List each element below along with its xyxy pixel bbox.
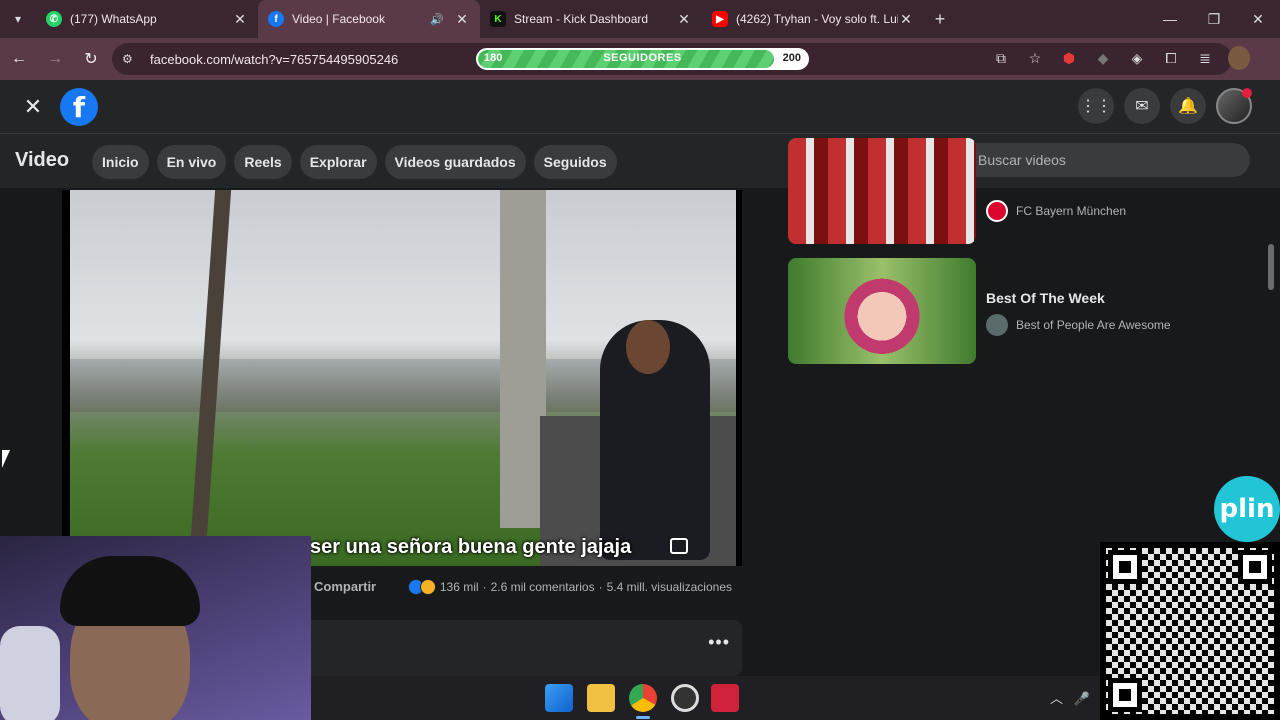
close-window-icon[interactable]: ✕ (1236, 0, 1280, 38)
tab-kick[interactable]: K Stream - Kick Dashboard ✕ (480, 0, 702, 38)
browser-extensions: ⧉ ☆ ⬢ ◆ ◈ ⧠ ≣ (990, 46, 1250, 70)
tab-videos-guardados[interactable]: Videos guardados (384, 145, 526, 179)
tab-title: Stream - Kick Dashboard (514, 12, 649, 26)
webcam-overlay (0, 536, 311, 720)
views-count: 5.4 mill. visualizaciones (606, 580, 732, 594)
close-tab-icon[interactable]: ✕ (454, 11, 470, 28)
video-thumbnail[interactable] (788, 138, 976, 244)
tab-seguidos[interactable]: Seguidos (533, 145, 617, 179)
bookmark-star-icon[interactable]: ☆ (1024, 46, 1046, 70)
video-frame (70, 190, 736, 566)
close-tab-icon[interactable]: ✕ (676, 11, 692, 28)
install-app-icon[interactable]: ⧉ (990, 46, 1012, 70)
speaker-icon[interactable]: 🔊 (430, 13, 444, 26)
back-icon[interactable]: ← (2, 42, 36, 76)
fc-bayern-logo (986, 200, 1008, 222)
restore-icon[interactable]: ❐ (1192, 0, 1236, 38)
haha-icon (419, 579, 436, 595)
close-icon[interactable]: ✕ (16, 90, 50, 124)
extension-red-icon[interactable]: ⬢ (1058, 46, 1080, 70)
extensions-puzzle-icon[interactable]: ⧠ (1160, 46, 1182, 70)
tab-whatsapp[interactable]: ✆ (177) WhatsApp ✕ (36, 0, 258, 38)
tab-title: (4262) Tryhan - Voy solo ft. Luis (736, 12, 898, 26)
video-player[interactable]: ser una señora buena gente jajaja (62, 190, 742, 566)
facebook-logo[interactable]: f (60, 88, 98, 126)
page-title: Video (15, 149, 70, 171)
suggested-page[interactable]: Best of People Are Awesome (986, 314, 1171, 336)
reload-icon[interactable]: ↻ (74, 42, 108, 76)
video-stats: 136 mil · 2.6 mil comentarios · 5.4 mill… (407, 579, 732, 595)
extension-grey-icon[interactable]: ◆ (1092, 46, 1114, 70)
close-tab-icon[interactable]: ✕ (898, 11, 914, 28)
header-actions: ⋮⋮ ✉ 🔔 (1078, 88, 1252, 124)
messenger-icon[interactable]: ✉ (1124, 88, 1160, 124)
minimize-icon[interactable]: — (1148, 0, 1192, 38)
tab-title: (177) WhatsApp (70, 12, 157, 26)
new-tab-button[interactable]: + (924, 9, 956, 30)
close-tab-icon[interactable]: ✕ (232, 11, 248, 28)
more-options-icon[interactable]: ••• (708, 632, 730, 653)
site-info-icon[interactable]: ⚙ (122, 52, 140, 66)
facebook-header: ✕ f ⋮⋮ ✉ 🔔 (0, 80, 1280, 134)
media-control-icon[interactable]: ≣ (1194, 46, 1216, 70)
comments-count[interactable]: 2.6 mil comentarios (491, 580, 595, 594)
app-icon[interactable] (711, 684, 739, 712)
share-button[interactable]: Compartir (314, 579, 376, 594)
windows-start-icon[interactable] (545, 684, 573, 712)
plin-logo: plin (1214, 476, 1280, 542)
page-avatar (986, 314, 1008, 336)
video-caption: ser una señora buena gente jajaja (310, 536, 632, 558)
suggested-video[interactable]: Best Of The Week Best of People Are Awes… (788, 258, 1228, 364)
qr-code (1100, 542, 1280, 720)
tab-youtube[interactable]: ▶ (4262) Tryhan - Voy solo ft. Luis ✕ (702, 0, 924, 38)
suggested-video[interactable]: FC Bayern München (788, 138, 1228, 244)
youtube-icon: ▶ (712, 11, 728, 27)
suggested-page-name: FC Bayern München (1016, 204, 1127, 218)
suggested-page-name: Best of People Are Awesome (1016, 318, 1171, 332)
tab-explorar[interactable]: Explorar (299, 145, 377, 179)
url-text: facebook.com/watch?v=765754495905246 (150, 51, 399, 67)
window-controls: — ❐ ✕ (1148, 0, 1280, 38)
menu-grid-icon[interactable]: ⋮⋮ (1078, 88, 1114, 124)
followers-goal-bar: 180 SEGUIDORES 200 (476, 48, 809, 70)
windows-taskbar: ︿ 🎤 (311, 676, 1100, 720)
extension-diamond-icon[interactable]: ◈ (1126, 46, 1148, 70)
profile-avatar-icon[interactable] (1228, 46, 1250, 70)
copy-icon (670, 538, 688, 554)
suggested-page[interactable]: FC Bayern München (986, 200, 1126, 222)
kick-icon: K (490, 11, 506, 27)
tab-en-vivo[interactable]: En vivo (156, 145, 227, 179)
mouse-cursor-icon (2, 450, 10, 468)
scrollbar-thumb[interactable] (1268, 244, 1274, 290)
video-nav-tabs: Inicio En vivo Reels Explorar Videos guardad… (92, 145, 617, 179)
reactions-count[interactable]: 136 mil (440, 580, 479, 594)
browser-tab-strip: ▾ ✆ (177) WhatsApp ✕ f Video | Facebook … (0, 0, 1280, 38)
followers-label: SEGUIDORES (603, 52, 682, 64)
video-thumbnail[interactable] (788, 258, 976, 364)
file-explorer-icon[interactable] (587, 684, 615, 712)
followers-max: 200 (782, 52, 801, 64)
suggested-video-title[interactable]: Best Of The Week (986, 290, 1105, 306)
active-app-indicator (636, 716, 650, 719)
forward-icon[interactable]: → (38, 42, 72, 76)
whatsapp-icon: ✆ (46, 11, 62, 27)
reactions-icons[interactable] (407, 579, 436, 595)
obs-icon[interactable] (671, 684, 699, 712)
tab-inicio[interactable]: Inicio (92, 145, 149, 179)
avatar[interactable] (1216, 88, 1252, 124)
tab-search-icon[interactable]: ▾ (0, 0, 36, 38)
tray-chevron-icon[interactable]: ︿ 🎤 (1050, 688, 1090, 707)
tab-facebook[interactable]: f Video | Facebook 🔊 ✕ (258, 0, 480, 38)
tab-reels[interactable]: Reels (234, 145, 292, 179)
notifications-bell-icon[interactable]: 🔔 (1170, 88, 1206, 124)
chrome-icon[interactable] (629, 684, 657, 712)
facebook-icon: f (268, 11, 284, 27)
tab-title: Video | Facebook (292, 12, 385, 26)
